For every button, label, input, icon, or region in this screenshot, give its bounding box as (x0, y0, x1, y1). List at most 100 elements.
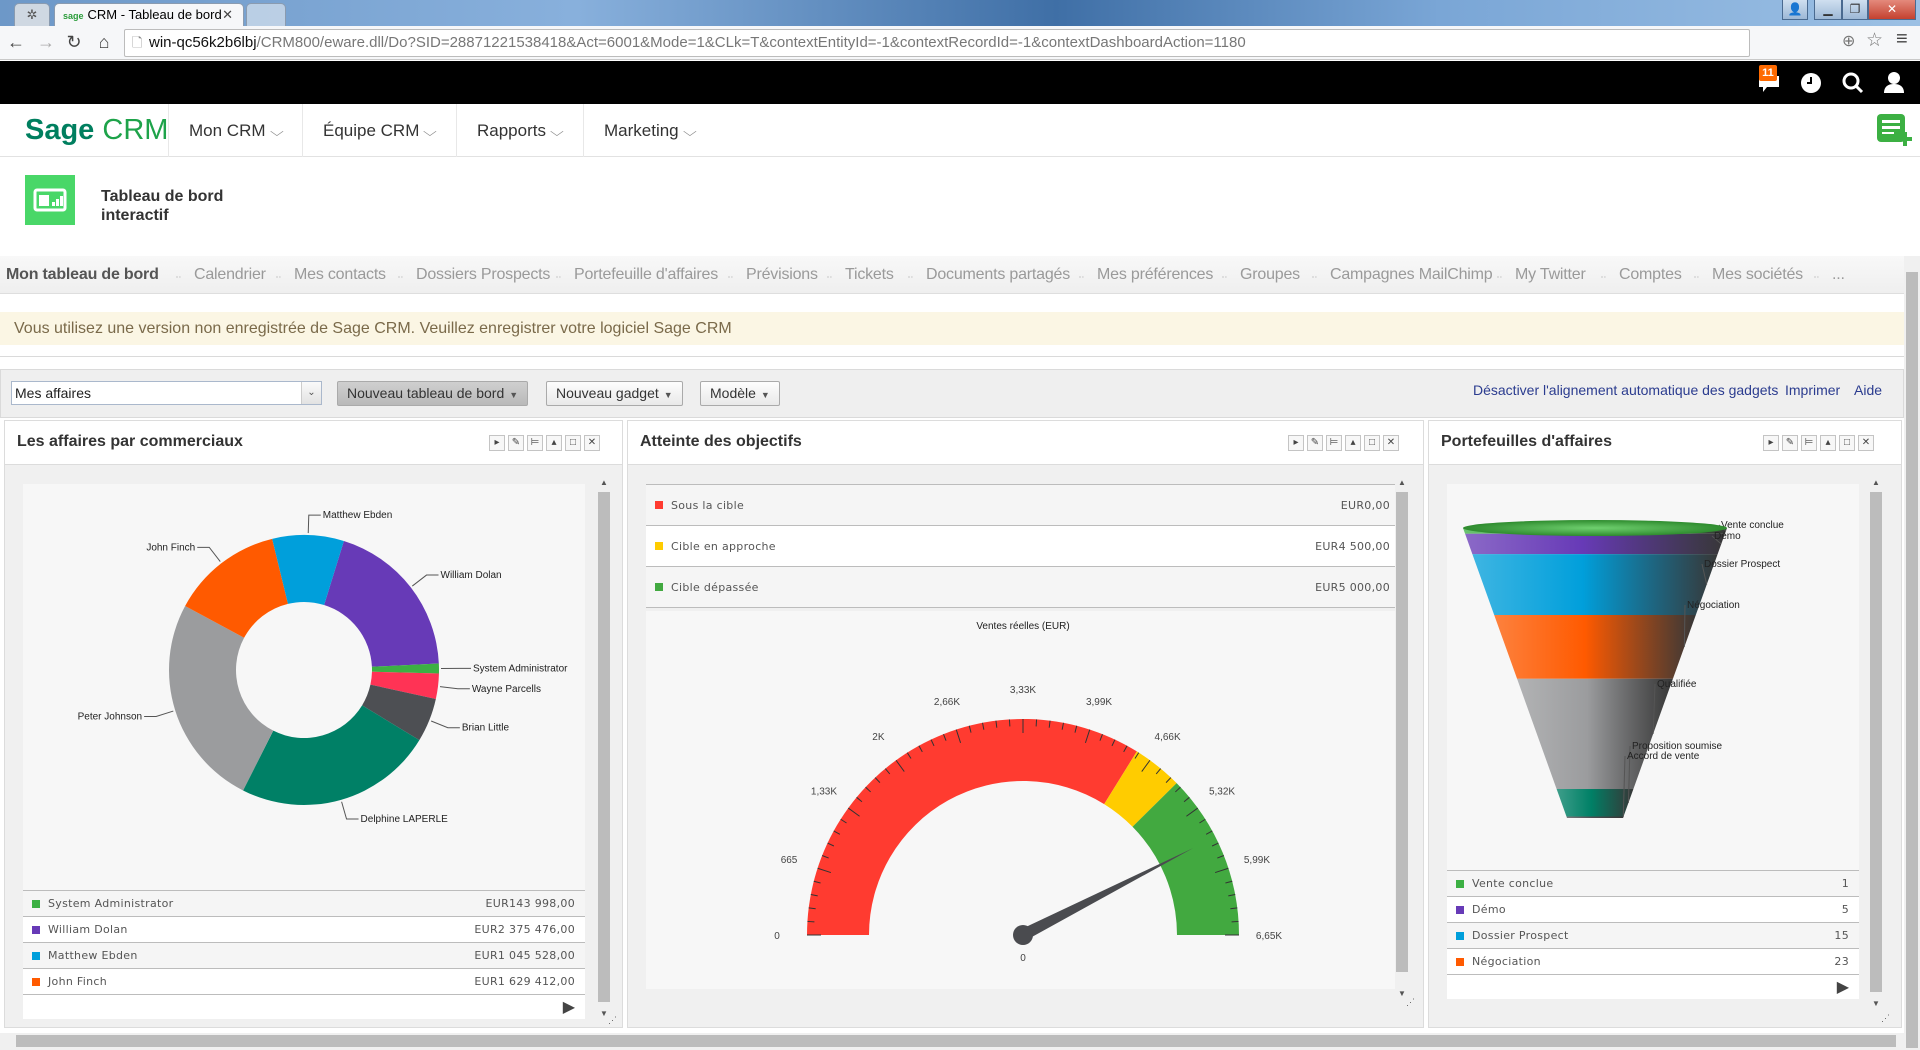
restore-button[interactable]: ❐ (1842, 0, 1868, 20)
maximize-icon[interactable]: □ (565, 435, 581, 451)
legend-row[interactable]: Démo 5 (1447, 897, 1859, 923)
close-tab-icon[interactable]: ✕ (222, 4, 233, 26)
subtab-item[interactable]: Mes contacts (294, 256, 386, 294)
legend-row[interactable]: Sous la cible EUR0,00 (646, 485, 1400, 526)
reload-button[interactable]: ↻ (64, 31, 84, 53)
scroll-thumb[interactable] (1396, 492, 1408, 972)
legend-row[interactable]: Matthew Ebden EUR1 045 528,00 (23, 943, 585, 969)
scroll-thumb[interactable] (598, 492, 610, 1002)
funnel-stage[interactable] (1465, 533, 1725, 555)
print-link[interactable]: Imprimer (1785, 382, 1840, 398)
template-button[interactable]: Modèle ▼ (700, 381, 780, 406)
forward-button[interactable]: → (36, 31, 56, 53)
subtab-item[interactable]: Mes sociétés (1712, 256, 1803, 294)
legend-row[interactable]: System Administrator EUR143 998,00 (23, 891, 585, 917)
subtab-item[interactable]: Dossiers Prospects (416, 256, 550, 294)
legend-row[interactable]: William Dolan EUR2 375 476,00 (23, 917, 585, 943)
funnel-stage[interactable] (1517, 678, 1673, 789)
close-window-button[interactable]: ✕ (1868, 0, 1916, 20)
legend-row[interactable]: Négociation 23 (1447, 949, 1859, 975)
gadget-header[interactable]: Portefeuilles d'affaires ▸ ✎ ⊨ ▴ □ ✕ (1429, 421, 1901, 465)
profile-button[interactable]: 👤 (1782, 0, 1808, 20)
subtab-item[interactable]: Calendrier (194, 256, 266, 294)
gadget-scrollbar[interactable]: ▲ ▼ (1395, 478, 1409, 998)
scroll-thumb[interactable] (16, 1035, 1896, 1047)
browser-settings-tab[interactable]: ✲ (14, 3, 50, 26)
gadget-header[interactable]: Atteinte des objectifs ▸ ✎ ⊨ ▴ □ ✕ (628, 421, 1423, 465)
dashboard-select[interactable]: Mes affaires ⌄ (11, 381, 322, 405)
subtab-item[interactable]: Mon tableau de bord (6, 256, 159, 294)
disable-alignment-link[interactable]: Désactiver l'alignement automatique des … (1473, 382, 1778, 398)
resize-handle-icon[interactable]: ⋰ (608, 1015, 617, 1026)
collapse-icon[interactable]: ▴ (546, 435, 562, 451)
legend-row[interactable]: Vente conclue 1 (1447, 871, 1859, 897)
page-scrollbar[interactable] (1904, 256, 1920, 1050)
search-button[interactable] (1839, 68, 1867, 96)
home-button[interactable]: ⌂ (94, 31, 114, 53)
bookmark-star-icon[interactable]: ☆ (1866, 29, 1883, 52)
chevron-down-icon[interactable]: ⌄ (301, 382, 321, 404)
subtab-item[interactable]: My Twitter (1515, 256, 1586, 294)
sage-crm-logo[interactable]: Sage CRM (25, 114, 168, 146)
close-icon[interactable]: ✕ (1858, 435, 1874, 451)
more-tabs-button[interactable]: ... (1832, 256, 1845, 294)
donut-slice[interactable] (324, 541, 439, 667)
next-arrow-icon[interactable]: ▶ (563, 997, 575, 1017)
legend-row[interactable]: Cible dépassée EUR5 000,00 (646, 567, 1400, 608)
edit-icon[interactable]: ✎ (1307, 435, 1323, 451)
resize-handle-icon[interactable]: ⋰ (1881, 1013, 1890, 1024)
play-icon[interactable]: ▸ (1763, 435, 1779, 451)
new-dashboard-button[interactable]: Nouveau tableau de bord ▼ (337, 381, 529, 406)
recent-button[interactable] (1797, 68, 1825, 96)
pin-icon[interactable]: ⊨ (527, 435, 543, 451)
pin-icon[interactable]: ⊨ (1326, 435, 1342, 451)
legend-row[interactable]: Dossier Prospect 15 (1447, 923, 1859, 949)
gadget-header[interactable]: Les affaires par commerciaux ▸ ✎ ⊨ ▴ □ ✕ (5, 421, 622, 465)
resize-handle-icon[interactable]: ⋰ (1406, 997, 1415, 1008)
new-tab-button[interactable] (246, 3, 286, 26)
collapse-icon[interactable]: ▴ (1345, 435, 1361, 451)
nav-item-equipe-crm[interactable]: Équipe CRM ⌵ (302, 104, 456, 157)
subtab-item[interactable]: Tickets (845, 256, 894, 294)
legend-next-page[interactable]: ▶ (23, 995, 585, 1019)
subtab-item[interactable]: Prévisions (746, 256, 818, 294)
subtab-item[interactable]: Comptes (1619, 256, 1682, 294)
legend-row[interactable]: Cible en approche EUR4 500,00 (646, 526, 1400, 567)
maximize-icon[interactable]: □ (1839, 435, 1855, 451)
edit-icon[interactable]: ✎ (508, 435, 524, 451)
play-icon[interactable]: ▸ (489, 435, 505, 451)
collapse-icon[interactable]: ▴ (1820, 435, 1836, 451)
scroll-up-icon[interactable]: ▲ (1869, 478, 1883, 487)
subtab-item[interactable]: Portefeuille d'affaires (574, 256, 718, 294)
subtab-item[interactable]: Documents partagés (926, 256, 1070, 294)
new-gadget-button[interactable]: Nouveau gadget ▼ (546, 381, 683, 406)
nav-item-rapports[interactable]: Rapports ⌵ (456, 104, 584, 157)
nav-item-marketing[interactable]: Marketing ⌵ (583, 104, 713, 157)
zoom-icon[interactable]: ⊕ (1842, 31, 1855, 51)
scroll-thumb[interactable] (1906, 272, 1918, 1048)
subtab-item[interactable]: Groupes (1240, 256, 1300, 294)
funnel-stage[interactable] (1556, 789, 1634, 817)
address-bar[interactable]: 🗋 win-qc56k2b6lbj/CRM800/eware.dll/Do?SID… (124, 29, 1750, 57)
close-icon[interactable]: ✕ (584, 435, 600, 451)
gadget-scrollbar[interactable]: ▲ ▼ (597, 478, 611, 1018)
close-icon[interactable]: ✕ (1383, 435, 1399, 451)
scroll-up-icon[interactable]: ▲ (1395, 478, 1409, 487)
back-button[interactable]: ← (6, 31, 26, 53)
funnel-stage[interactable] (1494, 615, 1696, 679)
help-link[interactable]: Aide (1854, 382, 1882, 398)
play-icon[interactable]: ▸ (1288, 435, 1304, 451)
browser-tab-active[interactable]: sage CRM - Tableau de bord ✕ (54, 3, 244, 26)
minimize-button[interactable]: ▁ (1814, 0, 1842, 20)
legend-row[interactable]: John Finch EUR1 629 412,00 (23, 969, 585, 995)
scroll-thumb[interactable] (1870, 492, 1882, 992)
subtab-item[interactable]: Mes préférences (1097, 256, 1213, 294)
scroll-up-icon[interactable]: ▲ (597, 478, 611, 487)
maximize-icon[interactable]: □ (1364, 435, 1380, 451)
user-menu-button[interactable] (1880, 68, 1908, 96)
legend-next-page[interactable]: ▶ (1447, 975, 1859, 999)
scroll-down-icon[interactable]: ▼ (1869, 999, 1883, 1008)
browser-menu-icon[interactable]: ≡ (1896, 28, 1908, 51)
pin-icon[interactable]: ⊨ (1801, 435, 1817, 451)
subtab-item[interactable]: Campagnes MailChimp (1330, 256, 1493, 294)
